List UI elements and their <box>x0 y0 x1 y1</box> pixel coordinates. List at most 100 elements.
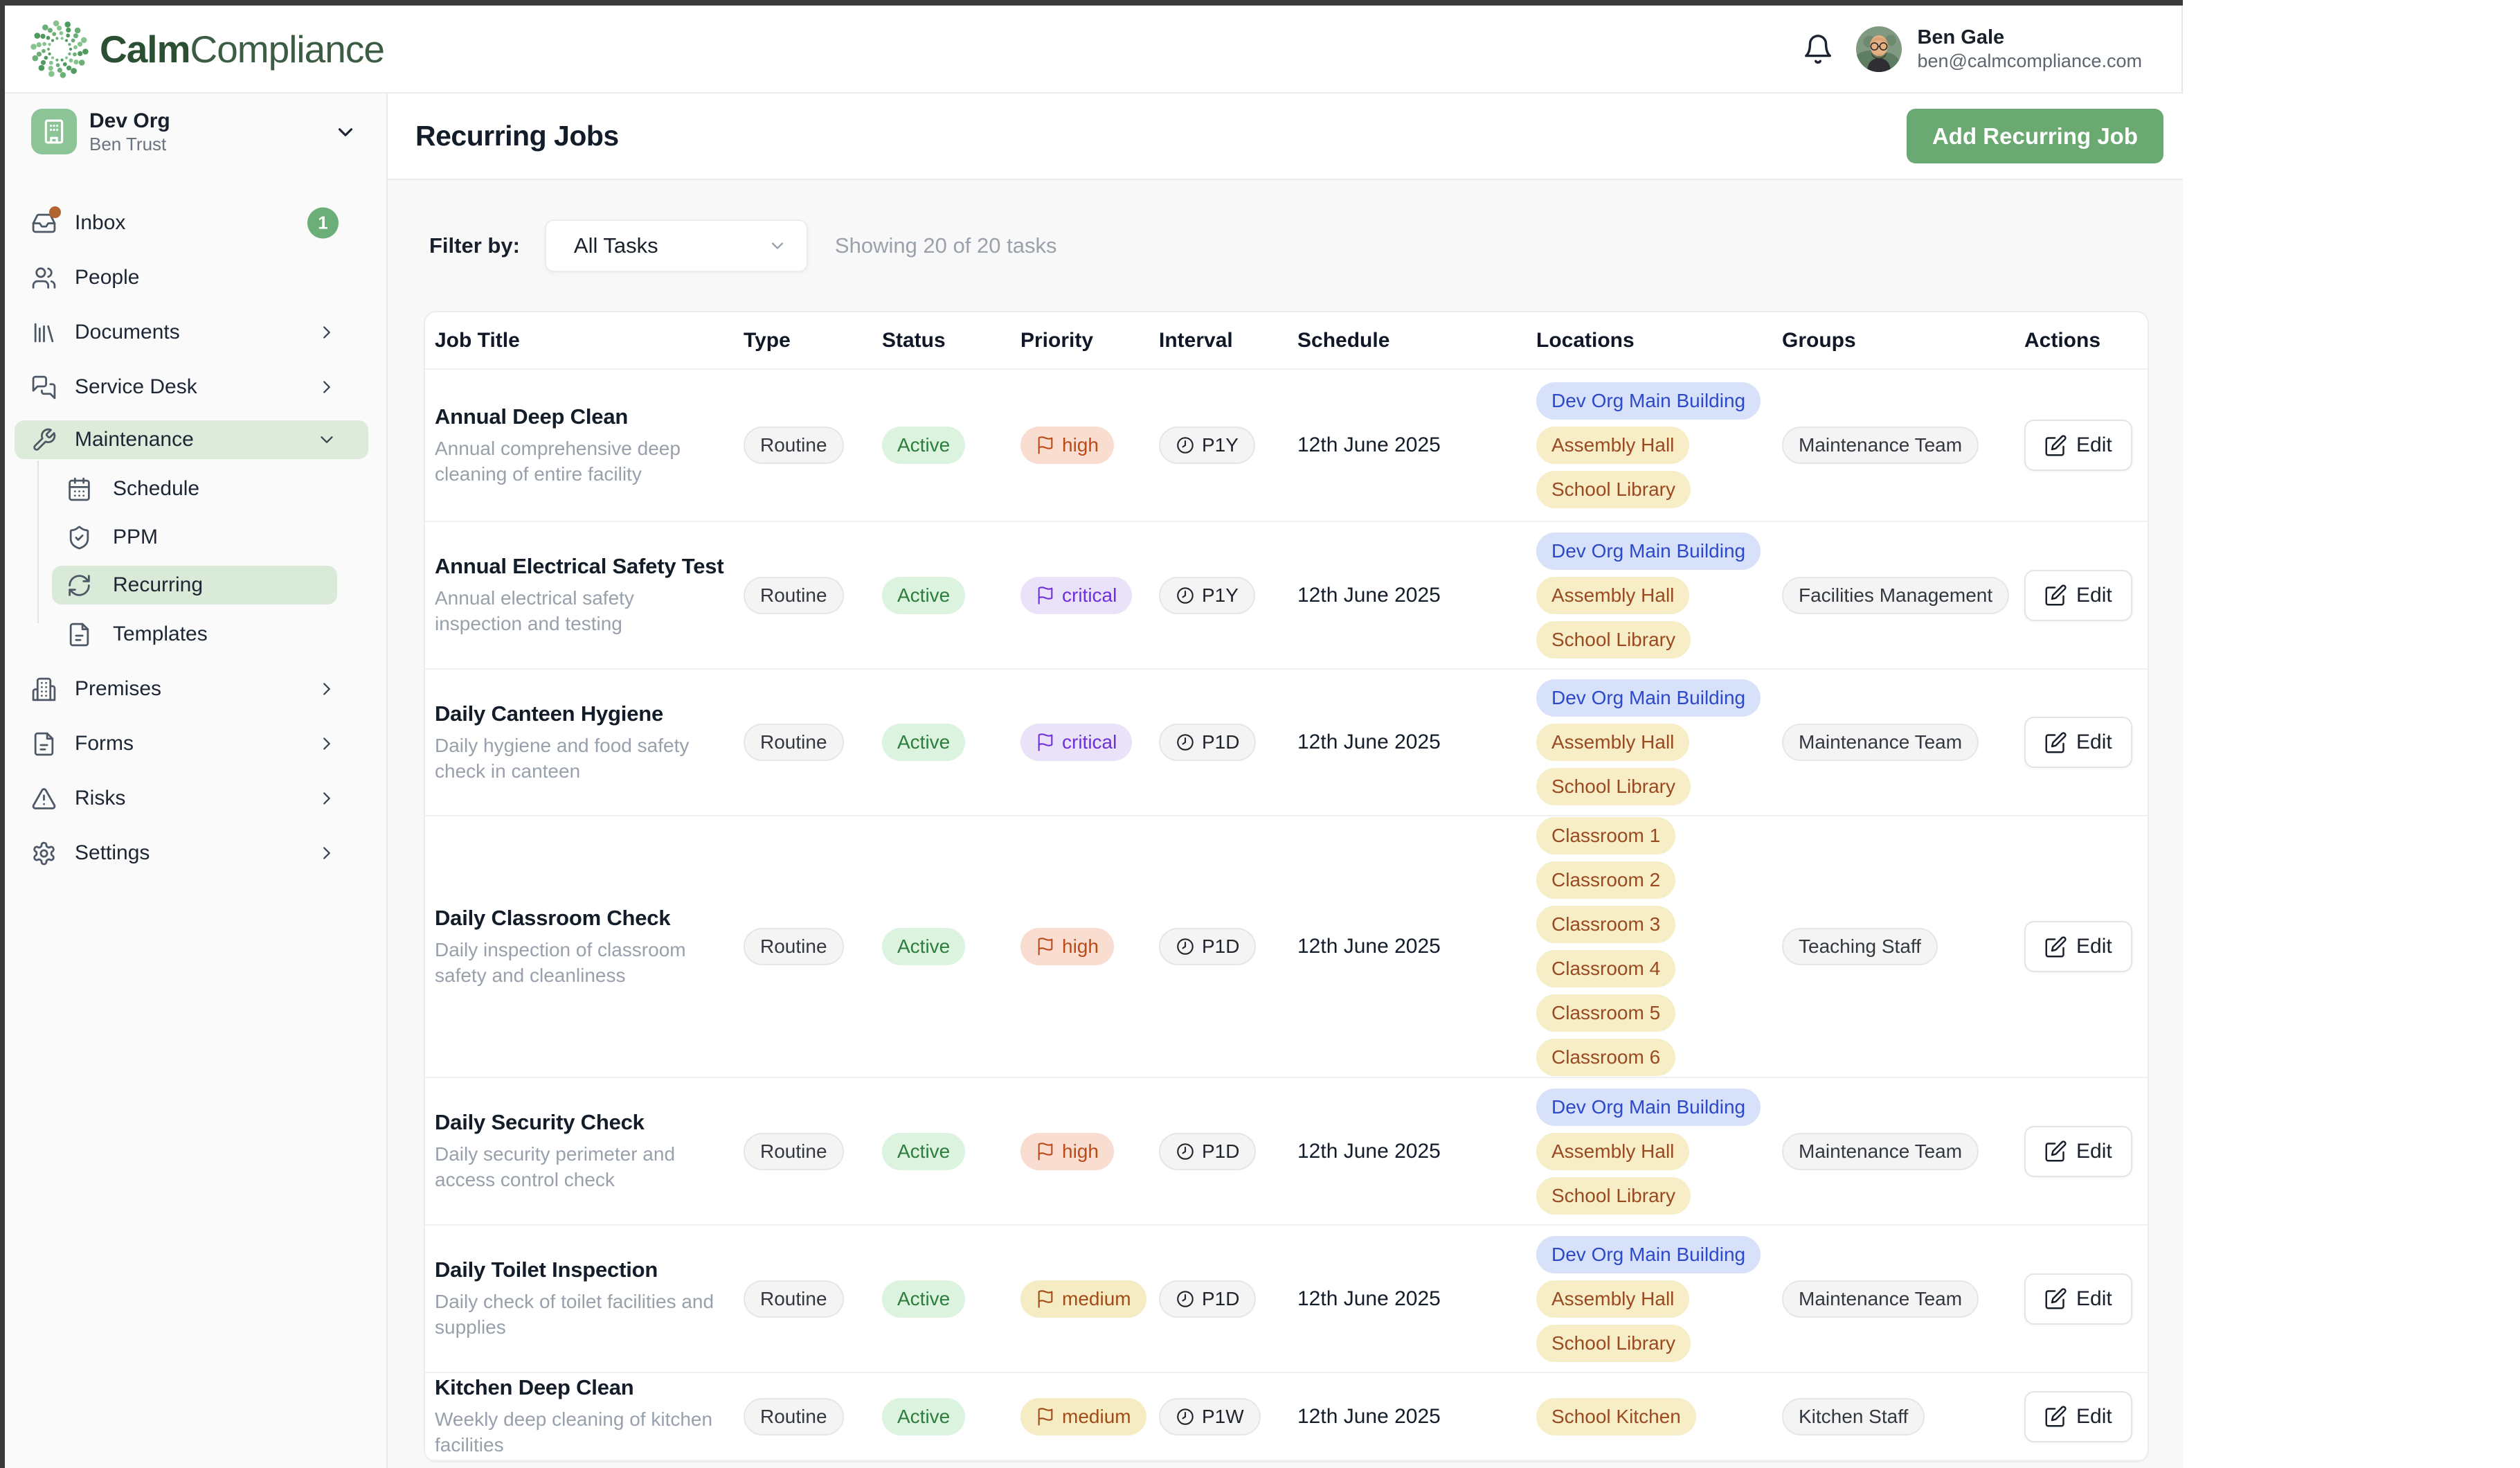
sidebar-item-ppm[interactable]: PPM <box>15 517 368 557</box>
sidebar-item-people[interactable]: People <box>15 258 368 298</box>
chevron-down-icon <box>316 429 337 450</box>
locations-cell: School Kitchen <box>1529 1398 1775 1435</box>
edit-button[interactable]: Edit <box>2024 570 2132 621</box>
sidebar-item-templates[interactable]: Templates <box>15 614 368 654</box>
filter-select[interactable]: All Tasks <box>545 220 808 272</box>
clock-icon <box>1176 733 1195 752</box>
bell-icon[interactable] <box>1802 33 1834 65</box>
groups-cell: Maintenance Team <box>1775 427 2017 464</box>
location-pill: Dev Org Main Building <box>1536 679 1761 717</box>
sidebar-item-documents[interactable]: Documents <box>15 312 368 352</box>
edit-button[interactable]: Edit <box>2024 1126 2132 1177</box>
column-header-status: Status <box>875 329 1014 352</box>
schedule-cell: 12th June 2025 <box>1290 935 1529 958</box>
flag-icon <box>1036 937 1055 956</box>
user-info[interactable]: Ben Gale ben@calmcompliance.com <box>1917 25 2142 73</box>
sidebar-item-schedule[interactable]: Schedule <box>15 469 368 509</box>
schedule-date: 12th June 2025 <box>1297 1287 1441 1310</box>
actions-cell: Edit <box>2017 1391 2148 1442</box>
location-stack: Dev Org Main BuildingAssembly HallSchool… <box>1536 679 1775 805</box>
interval-pill: P1W <box>1159 1398 1261 1435</box>
add-recurring-job-button[interactable]: Add Recurring Job <box>1907 109 2163 163</box>
avatar[interactable] <box>1856 26 1902 72</box>
table-row: Daily Canteen Hygiene Daily hygiene and … <box>425 670 2148 816</box>
job-description: Daily hygiene and food safety check in c… <box>435 733 726 784</box>
chevron-right-icon <box>316 843 337 863</box>
status-pill: Active <box>882 1133 965 1170</box>
org-subtitle: Ben Trust <box>89 134 170 155</box>
sidebar-item-maintenance[interactable]: Maintenance <box>15 420 368 459</box>
sidebar-item-label: Risks <box>75 787 125 810</box>
sidebar-item-service-desk[interactable]: Service Desk <box>15 367 368 407</box>
clock-icon <box>1176 937 1195 956</box>
priority-cell: medium <box>1014 1398 1152 1435</box>
group-pill: Maintenance Team <box>1782 1133 1979 1170</box>
sidebar-item-forms[interactable]: Forms <box>15 724 368 764</box>
priority-pill: critical <box>1020 577 1132 614</box>
column-header-type: Type <box>737 329 875 352</box>
sidebar-item-premises[interactable]: Premises <box>15 669 368 709</box>
sidebar-item-recurring[interactable]: Recurring <box>52 566 337 605</box>
location-pill: Dev Org Main Building <box>1536 382 1761 420</box>
clock-icon <box>1176 1407 1195 1426</box>
type-cell: Routine <box>737 427 875 464</box>
people-icon-wrap <box>31 265 57 291</box>
type-cell: Routine <box>737 724 875 761</box>
column-header-priority: Priority <box>1014 329 1152 352</box>
interval-cell: P1Y <box>1152 577 1290 614</box>
people-icon <box>31 265 57 291</box>
sidebar-item-label: Premises <box>75 677 161 701</box>
edit-button[interactable]: Edit <box>2024 1391 2132 1442</box>
swirl-logo-icon <box>26 16 93 82</box>
org-avatar <box>31 109 77 154</box>
brand-logo[interactable]: CalmCompliance <box>26 16 384 82</box>
brand-light: Compliance <box>190 28 384 71</box>
priority-cell: high <box>1014 928 1152 965</box>
priority-pill: critical <box>1020 724 1132 761</box>
user-name: Ben Gale <box>1917 25 2142 50</box>
priority-pill: high <box>1020 1133 1114 1170</box>
sidebar-item-inbox[interactable]: Inbox1 <box>15 203 368 243</box>
clock-icon <box>1176 1142 1195 1161</box>
org-selector[interactable]: Dev Org Ben Trust <box>5 104 388 159</box>
shield-check-icon <box>66 525 92 550</box>
actions-cell: Edit <box>2017 1126 2148 1177</box>
interval-cell: P1D <box>1152 928 1290 965</box>
top-bar: CalmCompliance <box>5 6 2181 93</box>
inbox-icon-wrap <box>31 211 57 236</box>
actions-cell: Edit <box>2017 717 2148 768</box>
group-pill: Facilities Management <box>1782 577 2009 614</box>
edit-button[interactable]: Edit <box>2024 1273 2132 1325</box>
job-title-cell: Daily Canteen Hygiene Daily hygiene and … <box>425 701 737 784</box>
schedule-cell: 12th June 2025 <box>1290 731 1529 754</box>
actions-cell: Edit <box>2017 570 2148 621</box>
interval-cell: P1Y <box>1152 427 1290 464</box>
shield-check-icon-wrap <box>66 525 92 550</box>
job-title: Annual Electrical Safety Test <box>435 554 737 579</box>
chat-bubbles-icon-wrap <box>31 375 57 400</box>
brand-bold: Calm <box>100 28 190 71</box>
type-pill: Routine <box>744 577 844 614</box>
priority-cell: critical <box>1014 724 1152 761</box>
gear-icon <box>31 841 57 866</box>
priority-pill: medium <box>1020 1280 1146 1318</box>
file-icon <box>31 731 57 757</box>
edit-button[interactable]: Edit <box>2024 921 2132 972</box>
schedule-cell: 12th June 2025 <box>1290 1140 1529 1163</box>
sidebar: Dev Org Ben Trust Inbox1 People Documents S… <box>5 93 388 1468</box>
sidebar-item-settings[interactable]: Settings <box>15 833 368 873</box>
edit-button[interactable]: Edit <box>2024 420 2132 471</box>
type-cell: Routine <box>737 928 875 965</box>
status-cell: Active <box>875 1280 1014 1318</box>
main-content: Recurring Jobs Add Recurring Job Filter … <box>388 93 2183 1468</box>
location-pill: School Library <box>1536 768 1691 805</box>
buildings-icon <box>31 677 57 702</box>
edit-button[interactable]: Edit <box>2024 717 2132 768</box>
group-pill: Maintenance Team <box>1782 1280 1979 1318</box>
sidebar-item-risks[interactable]: Risks <box>15 778 368 818</box>
status-cell: Active <box>875 928 1014 965</box>
chat-bubbles-icon <box>31 375 57 400</box>
locations-cell: Dev Org Main BuildingAssembly HallSchool… <box>1529 1089 1775 1215</box>
clock-icon <box>1176 586 1195 605</box>
location-stack: School Kitchen <box>1536 1398 1775 1435</box>
